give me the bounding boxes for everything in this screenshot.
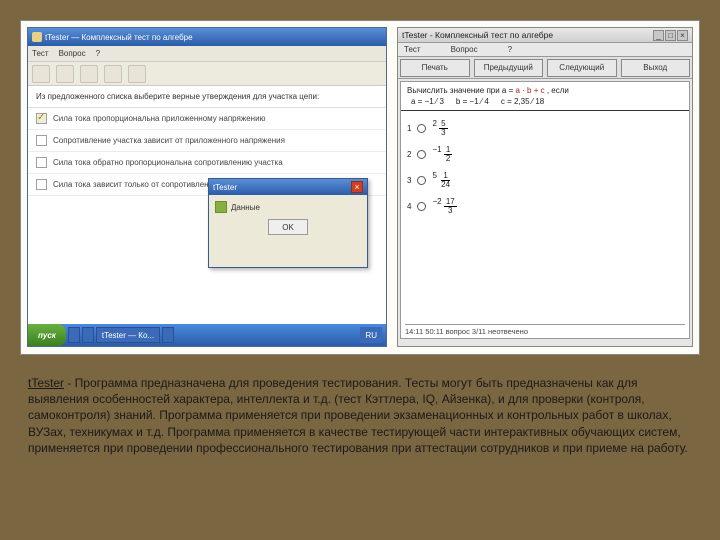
- menu-test[interactable]: Тест: [404, 45, 421, 54]
- answer-option[interactable]: 1 2 53: [407, 119, 683, 137]
- close-icon[interactable]: ×: [677, 30, 688, 41]
- checkbox-icon[interactable]: [36, 157, 47, 168]
- dialog-message: Данные: [231, 203, 260, 212]
- description-text: tTester - Программа предназначена для пр…: [28, 375, 692, 456]
- maximize-icon[interactable]: □: [665, 30, 676, 41]
- dialog-titlebar[interactable]: tTester ×: [209, 179, 367, 195]
- dialog-body: Данные OK: [209, 195, 367, 241]
- window-title: tTester — Комплексный тест по алгебре: [45, 33, 193, 42]
- screenshot-frame: tTester — Комплексный тест по алгебре Те…: [20, 20, 700, 355]
- toolbar: [28, 62, 386, 86]
- program-name: tTester: [28, 376, 64, 390]
- taskbar-item[interactable]: [82, 327, 94, 343]
- toolbar-button[interactable]: [56, 65, 74, 83]
- radio-icon[interactable]: [417, 124, 426, 133]
- option-row[interactable]: Сила тока пропорциональна приложенному н…: [28, 108, 386, 130]
- checkbox-icon[interactable]: [36, 135, 47, 146]
- prev-button[interactable]: Предыдущий: [474, 59, 544, 77]
- ok-button[interactable]: OK: [268, 219, 308, 235]
- divider: [401, 110, 689, 111]
- checkbox-icon[interactable]: [36, 113, 47, 124]
- user-icon: [215, 201, 227, 213]
- option-text: Сопротивление участка зависит от приложе…: [53, 136, 285, 145]
- app-icon: [32, 32, 42, 42]
- option-value: 5 124: [432, 171, 452, 189]
- option-row[interactable]: Сопротивление участка зависит от приложе…: [28, 130, 386, 152]
- option-number: 1: [407, 124, 411, 133]
- radio-icon[interactable]: [417, 176, 426, 185]
- menu-test[interactable]: Тест: [32, 49, 49, 58]
- menu-bar: Тест Вопрос ?: [398, 43, 692, 57]
- option-row[interactable]: Сила тока обратно пропорциональна сопрот…: [28, 152, 386, 174]
- option-number: 4: [407, 202, 411, 211]
- radio-icon[interactable]: [417, 150, 426, 159]
- taskbar-item[interactable]: [162, 327, 174, 343]
- checkbox-icon[interactable]: [36, 179, 47, 190]
- status-bar: 14:11 50:11 вопрос 3/11 неотвечено: [405, 324, 685, 336]
- exit-button[interactable]: Выход: [621, 59, 691, 77]
- option-number: 3: [407, 176, 411, 185]
- ttester-window-left: tTester — Комплексный тест по алгебре Те…: [27, 27, 387, 347]
- formula-row: a = −1 ⁄ 3 b = −1 ⁄ 4 c = 2,35 ⁄ 18: [407, 97, 683, 106]
- start-button[interactable]: пуск: [28, 324, 66, 346]
- option-text: Сила тока пропорциональна приложенному н…: [53, 114, 266, 123]
- ttester-window-right: tTester - Комплексный тест по алгебре _ …: [397, 27, 693, 347]
- print-button[interactable]: Печать: [400, 59, 470, 77]
- option-value: −2 173: [432, 197, 456, 215]
- menu-question[interactable]: Вопрос: [59, 49, 86, 58]
- menu-bar: Тест Вопрос ?: [28, 46, 386, 62]
- highlight: a · b + c: [516, 86, 545, 95]
- system-tray[interactable]: RU: [360, 327, 382, 343]
- taskbar-item[interactable]: [68, 327, 80, 343]
- next-button[interactable]: Следующий: [547, 59, 617, 77]
- question-header: Из предложенного списка выберите верные …: [28, 86, 386, 108]
- toolbar-button[interactable]: [128, 65, 146, 83]
- toolbar-button[interactable]: [32, 65, 50, 83]
- answer-option[interactable]: 4 −2 173: [407, 197, 683, 215]
- question-content: Вычислить значение при a = a · b + c , е…: [400, 81, 690, 339]
- toolbar-button[interactable]: [80, 65, 98, 83]
- button-bar: Печать Предыдущий Следующий Выход: [398, 57, 692, 79]
- option-text: Сила тока обратно пропорциональна сопрот…: [53, 158, 283, 167]
- radio-icon[interactable]: [417, 202, 426, 211]
- answer-option[interactable]: 3 5 124: [407, 171, 683, 189]
- question-text: Вычислить значение при a = a · b + c , е…: [407, 86, 683, 95]
- window-titlebar[interactable]: tTester - Комплексный тест по алгебре _ …: [398, 28, 692, 43]
- menu-question[interactable]: Вопрос: [451, 45, 478, 54]
- option-value: 2 53: [432, 119, 447, 137]
- taskbar: пуск tTester — Ко... RU: [28, 324, 386, 346]
- menu-help[interactable]: ?: [508, 45, 512, 54]
- option-value: −1 12: [432, 145, 452, 163]
- window-title: tTester - Комплексный тест по алгебре: [402, 30, 553, 40]
- close-icon[interactable]: ×: [351, 181, 363, 193]
- taskbar-item[interactable]: tTester — Ко...: [96, 327, 160, 343]
- window-titlebar[interactable]: tTester — Комплексный тест по алгебре: [28, 28, 386, 46]
- dialog-title: tTester: [213, 183, 237, 192]
- toolbar-button[interactable]: [104, 65, 122, 83]
- option-number: 2: [407, 150, 411, 159]
- menu-help[interactable]: ?: [96, 49, 100, 58]
- description-body: - Программа предназначена для проведения…: [28, 376, 688, 455]
- answer-option[interactable]: 2 −1 12: [407, 145, 683, 163]
- modal-dialog: tTester × Данные OK: [208, 178, 368, 268]
- minimize-icon[interactable]: _: [653, 30, 664, 41]
